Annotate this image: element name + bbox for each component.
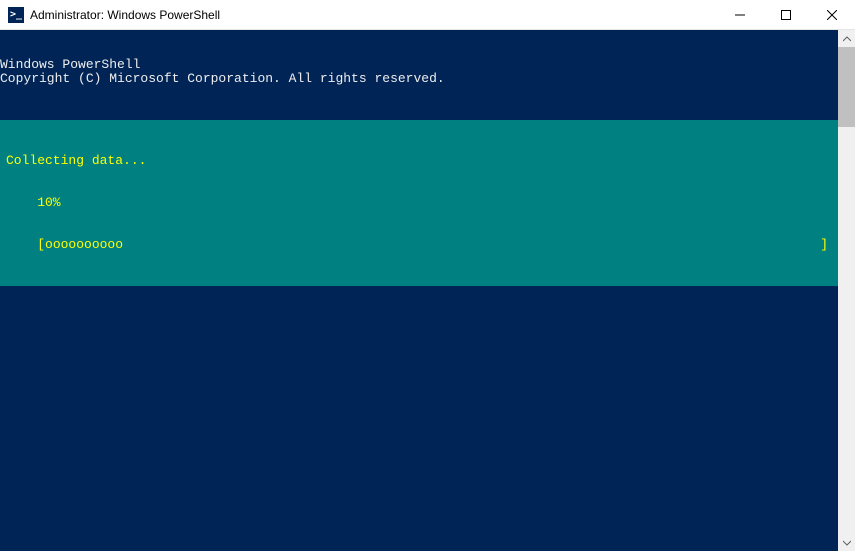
content-area: Windows PowerShell Copyright (C) Microso…	[0, 30, 855, 551]
minimize-icon	[735, 10, 745, 20]
maximize-button[interactable]	[763, 0, 809, 30]
powershell-icon: >_	[8, 7, 24, 23]
terminal[interactable]: Windows PowerShell Copyright (C) Microso…	[0, 30, 838, 551]
scroll-down-button[interactable]	[838, 534, 855, 551]
maximize-icon	[781, 10, 791, 20]
chevron-down-icon	[843, 539, 851, 547]
titlebar[interactable]: >_ Administrator: Windows PowerShell	[0, 0, 855, 30]
progress-bar: [oooooooooo]	[0, 238, 838, 252]
window-title: Administrator: Windows PowerShell	[30, 8, 220, 22]
minimize-button[interactable]	[717, 0, 763, 30]
progress-bar-open: [	[6, 238, 45, 252]
vertical-scrollbar[interactable]	[838, 30, 855, 551]
terminal-banner: Windows PowerShell Copyright (C) Microso…	[0, 58, 838, 86]
scroll-track[interactable]	[838, 47, 855, 534]
progress-percent: 10%	[0, 196, 838, 210]
progress-panel: Collecting data... 10% [oooooooooo]	[0, 120, 838, 286]
scroll-up-button[interactable]	[838, 30, 855, 47]
banner-line-1: Windows PowerShell	[0, 57, 140, 72]
progress-bar-fill: oooooooooo	[45, 238, 123, 252]
close-button[interactable]	[809, 0, 855, 30]
chevron-up-icon	[843, 35, 851, 43]
window-controls	[717, 0, 855, 30]
banner-line-2: Copyright (C) Microsoft Corporation. All…	[0, 71, 445, 86]
close-icon	[827, 10, 837, 20]
scroll-thumb[interactable]	[838, 47, 855, 127]
progress-status: Collecting data...	[0, 154, 838, 168]
progress-bar-gap	[123, 238, 820, 252]
progress-bar-close: ]	[820, 238, 832, 252]
